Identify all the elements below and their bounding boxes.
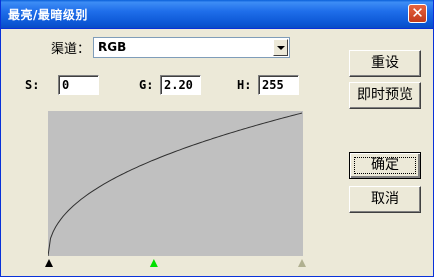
s-input[interactable]: 0 [58,75,99,95]
s-value: 0 [62,78,70,92]
channel-label: 渠道： [51,42,91,57]
g-value: 2.20 [164,78,193,92]
gamma-curve [47,112,303,257]
chevron-down-icon[interactable] [273,39,288,56]
ok-button[interactable]: 确定 [349,152,421,179]
preview-button[interactable]: 即时预览 [349,82,421,109]
highlight-marker[interactable] [298,259,306,267]
cancel-button[interactable]: 取消 [349,186,421,213]
title-bar[interactable]: 最亮/最暗级别 ✕ [1,0,433,29]
focus-rect [354,157,416,174]
h-input[interactable]: 255 [258,75,299,95]
curve-graph [47,112,303,257]
level-markers [45,259,306,267]
h-label: H: [237,78,252,92]
gamma-marker[interactable] [149,259,158,267]
g-input[interactable]: 2.20 [160,75,201,95]
reset-button[interactable]: 重设 [349,50,421,77]
channel-value: RGB [98,40,127,54]
h-value: 255 [262,78,284,92]
close-button[interactable]: ✕ [408,4,427,23]
s-label: S: [25,78,40,92]
g-label: G: [139,78,154,92]
curve-plot [47,111,303,257]
levels-dialog: 最亮/最暗级别 ✕ 渠道： RGB S: 0 G: 2.20 H: 255 重设… [0,0,434,277]
shadow-marker[interactable] [45,259,53,267]
window-title: 最亮/最暗级别 [8,8,88,22]
channel-select[interactable]: RGB [93,37,290,58]
